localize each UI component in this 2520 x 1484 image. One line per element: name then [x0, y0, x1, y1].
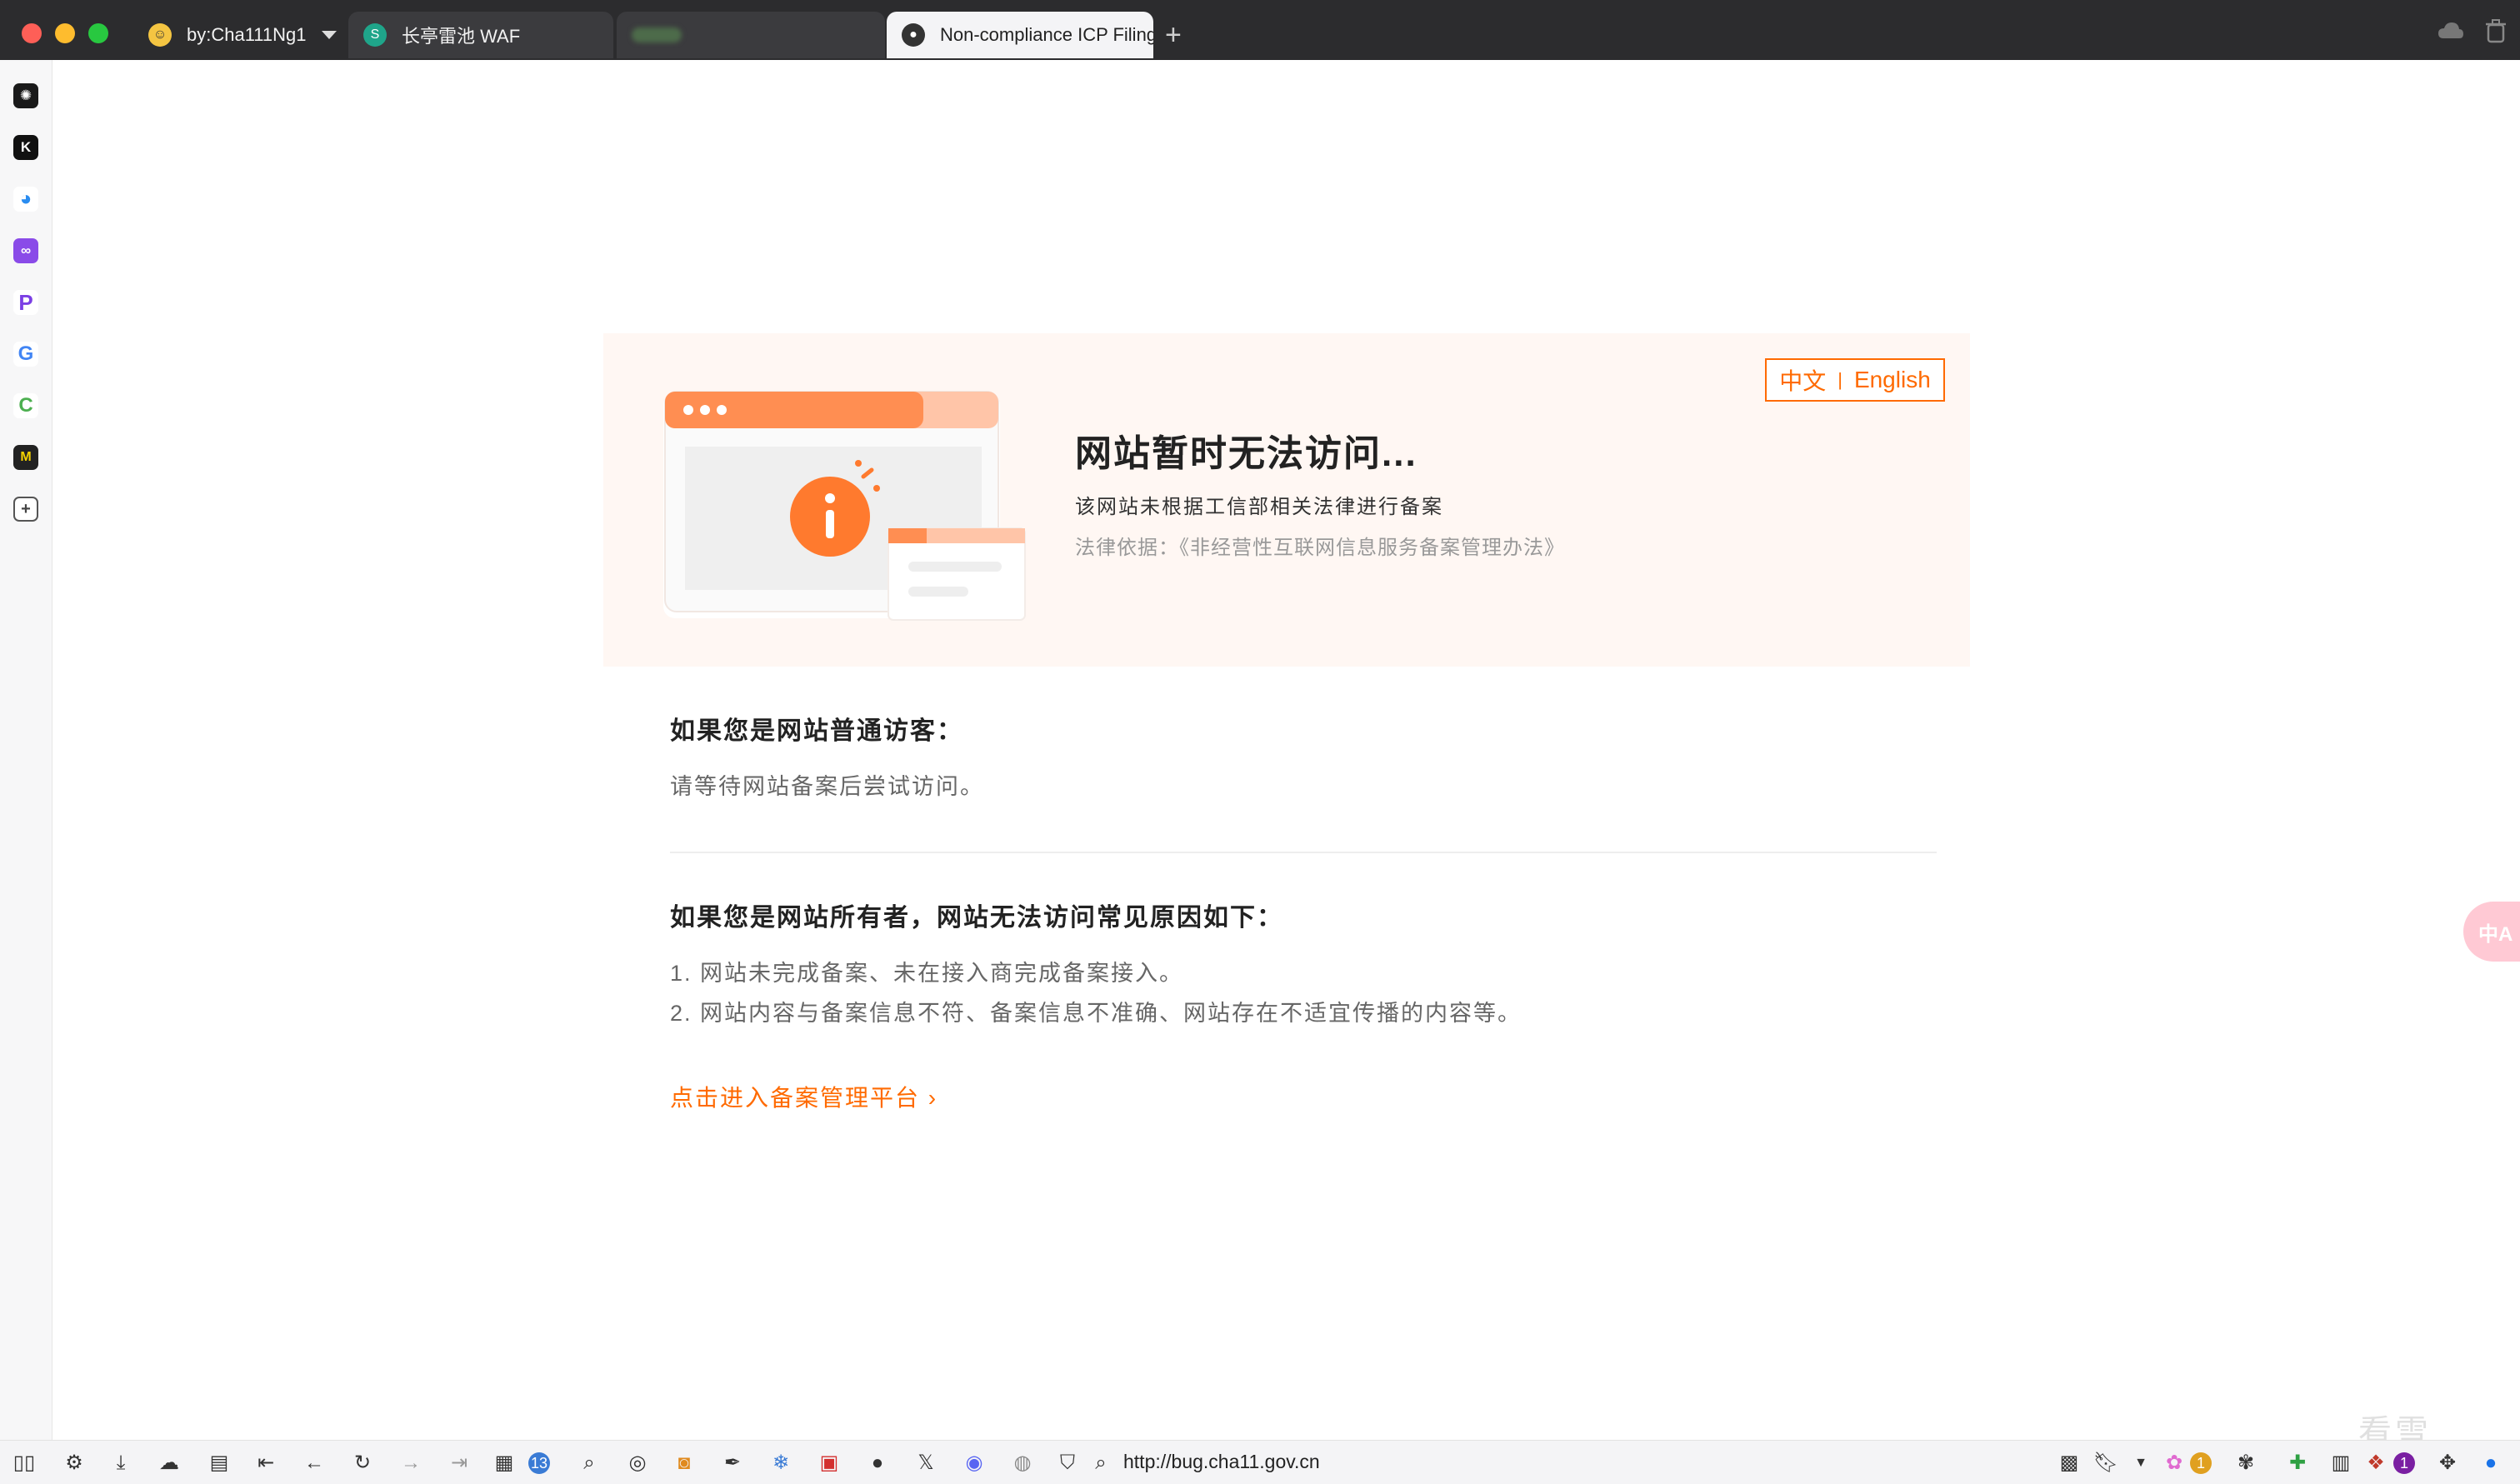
forward-icon[interactable]: →	[400, 1452, 422, 1474]
lang-zh-link[interactable]: 中文	[1779, 363, 1826, 397]
extension-flower-icon[interactable]: ✿	[2163, 1452, 2185, 1474]
openai-icon[interactable]: ✺	[13, 83, 38, 108]
address-bar[interactable]: http://bug.cha11.gov.cn	[1123, 1451, 1320, 1473]
chevron-down-icon[interactable]: ▼	[2130, 1452, 2152, 1474]
reader-count-badge: 13	[528, 1452, 550, 1474]
visitor-text: 请等待网站备案后尝试访问。	[670, 774, 984, 799]
translate-button[interactable]: 中A	[2463, 902, 2520, 962]
tiger-extension-icon[interactable]: ❖	[2365, 1452, 2387, 1474]
calendar-icon[interactable]: ▤	[208, 1452, 230, 1474]
tab-title: Non-compliance ICP Filing	[940, 24, 1153, 45]
site-unavailable-illustration	[663, 391, 1026, 621]
fan-icon[interactable]: ✾	[2235, 1452, 2257, 1474]
discord-icon[interactable]: ◉	[963, 1452, 985, 1474]
k-app-icon[interactable]: K	[13, 135, 38, 160]
address-search-icon: ⌕	[1095, 1452, 1107, 1474]
tab-by-cha111ng1[interactable]: ☺ by:Cha111Ng1	[133, 12, 342, 58]
pen-icon[interactable]: ✒	[722, 1452, 743, 1474]
trash-icon[interactable]	[2482, 18, 2510, 43]
tab-safeline-waf[interactable]: S 长亭雷池 WAF	[348, 12, 613, 58]
screenshot-icon[interactable]: ◎	[627, 1452, 648, 1474]
language-switch: 中文 | English	[1765, 358, 1945, 402]
emoji-face-icon: ☺	[148, 23, 172, 47]
browser-sidebar: ✺ K ◕ ∞ P G C M +	[0, 60, 52, 1440]
cloud-icon[interactable]	[2437, 18, 2465, 43]
rss-icon[interactable]: ◙	[673, 1452, 695, 1474]
chat-bot-icon[interactable]: ∞	[13, 238, 38, 263]
extension-badge-2: 1	[2393, 1452, 2415, 1474]
reason-item-1: 1. 网站未完成备案、未在接入商完成备案接入。	[670, 961, 1184, 986]
minimize-window-button[interactable]	[55, 23, 75, 43]
reason-item-2: 2. 网站内容与备案信息不符、备案信息不准确、网站存在不适宜传播的内容等。	[670, 1001, 1522, 1026]
chevron-down-icon[interactable]	[321, 31, 337, 39]
extension-badge-1: 1	[2190, 1452, 2212, 1474]
tab-title: 长亭雷池 WAF	[402, 26, 521, 47]
visitor-heading: 如果您是网站普通访客：	[670, 717, 963, 745]
cloud-sync-icon[interactable]: ☁	[158, 1452, 180, 1474]
owner-heading: 如果您是网站所有者，网站无法访问常见原因如下：	[670, 904, 1283, 932]
notes-icon[interactable]: ▥	[2330, 1452, 2352, 1474]
lang-en-link[interactable]: English	[1854, 367, 1931, 393]
settings-gear-icon[interactable]: ⚙	[63, 1452, 85, 1474]
hero-subtitle: 该网站未根据工信部相关法律进行备案	[1075, 496, 1443, 518]
drop-icon[interactable]: ◕	[13, 187, 38, 212]
new-tab-button[interactable]: +	[1165, 18, 1182, 52]
fast-forward-icon[interactable]: ⇥	[448, 1452, 470, 1474]
browser-tab-bar: ☺ by:Cha111Ng1 S 长亭雷池 WAF ● Non-complian…	[0, 0, 2520, 60]
close-window-button[interactable]	[22, 23, 42, 43]
download-icon[interactable]: ⤓	[110, 1452, 132, 1474]
globe-icon[interactable]: ◍	[1012, 1452, 1033, 1474]
blurred-icon	[632, 27, 682, 42]
m-app-icon[interactable]: M	[13, 445, 38, 470]
panel-toggle-icon[interactable]: ▯▯	[13, 1452, 35, 1474]
legal-basis: 法律依据：《非经营性互联网信息服务备案管理办法》	[1075, 537, 1565, 559]
google-icon[interactable]: G	[13, 342, 38, 367]
plus-extension-icon[interactable]: ✚	[2287, 1452, 2308, 1474]
stamp-icon[interactable]: ▣	[818, 1452, 840, 1474]
p-app-icon[interactable]: P	[13, 290, 38, 315]
profile-avatar-icon[interactable]: ●	[2480, 1452, 2502, 1474]
search-icon[interactable]: ⌕	[578, 1452, 600, 1474]
page-title: 网站暂时无法访问...	[1075, 433, 1418, 474]
shield-icon[interactable]: ⛉	[1057, 1452, 1078, 1474]
back-icon[interactable]: ←	[303, 1452, 325, 1474]
browser-status-bar: ▯▯ ⚙ ⤓ ☁ ▤ ⇤ ← ↻ → ⇥ ▦ 13 ⌕ ◎ ◙ ✒ ❄ ▣ ● …	[0, 1440, 2520, 1484]
rewind-icon[interactable]: ⇤	[255, 1452, 277, 1474]
filing-platform-link[interactable]: 点击进入备案管理平台 ›	[670, 1080, 938, 1113]
bookmark-icon[interactable]: 🔖︎	[2093, 1452, 2118, 1474]
c-app-icon[interactable]: C	[13, 393, 38, 418]
lang-separator: |	[1838, 369, 1842, 390]
tab-non-compliance-icp[interactable]: ● Non-compliance ICP Filing	[887, 12, 1153, 58]
maximize-window-button[interactable]	[88, 23, 108, 43]
puzzle-icon[interactable]: ✥	[2437, 1452, 2458, 1474]
safeline-icon: S	[363, 23, 387, 47]
reader-icon[interactable]: ▦	[493, 1452, 515, 1474]
aliyun-icon: ●	[902, 23, 925, 47]
snowflake-icon[interactable]: ❄	[770, 1452, 792, 1474]
section-divider	[670, 852, 1937, 853]
tab-title: by:Cha111Ng1	[187, 24, 307, 45]
x-twitter-icon[interactable]: 𝕏	[915, 1452, 937, 1474]
tab-blurred[interactable]	[617, 12, 885, 58]
qr-code-icon[interactable]: ▩	[2058, 1452, 2080, 1474]
add-panel-icon[interactable]: +	[13, 497, 38, 522]
reload-icon[interactable]: ↻	[352, 1452, 373, 1474]
github-icon[interactable]: ●	[867, 1452, 888, 1474]
